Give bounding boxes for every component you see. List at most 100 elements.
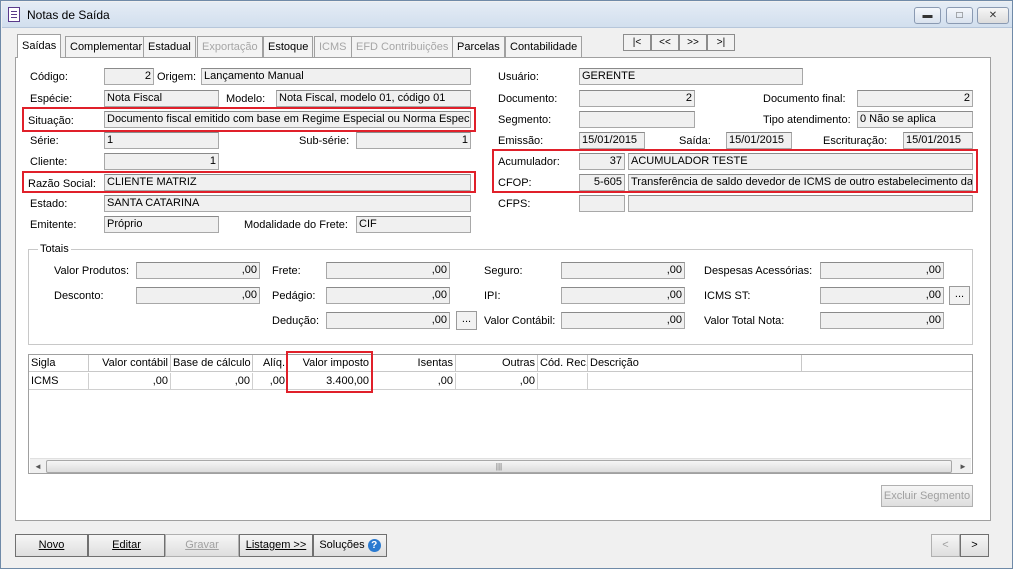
table-cell-isentas[interactable]: ,00 [372, 373, 456, 390]
desconto-field[interactable]: ,00 [136, 287, 260, 304]
subserie-field[interactable]: 1 [356, 132, 471, 149]
tab-exportacao[interactable]: Exportação [197, 36, 263, 58]
scroll-thumb[interactable]: ||| [46, 460, 952, 473]
tipo-atendimento-field[interactable]: 0 Não se aplica [857, 111, 973, 128]
impostos-grid[interactable]: Sigla Valor contábil Base de cálculo Alí… [28, 354, 973, 474]
razao-social-label: Razão Social: [28, 178, 96, 190]
usuario-label: Usuário: [498, 71, 539, 83]
last-record-button[interactable]: >| [707, 34, 735, 51]
serie-field[interactable]: 1 [104, 132, 219, 149]
table-cell-outras[interactable]: ,00 [456, 373, 538, 390]
column-header-base-calculo[interactable]: Base de cálculo [171, 355, 253, 372]
emitente-field[interactable]: Próprio [104, 216, 219, 233]
maximize-button[interactable]: □ [946, 7, 973, 24]
acumulador-name-field[interactable]: ACUMULADOR TESTE [628, 153, 973, 170]
deducao-field[interactable]: ,00 [326, 312, 450, 329]
minimize-button[interactable]: ▬ [914, 7, 941, 24]
escrituracao-field[interactable]: 15/01/2015 [903, 132, 973, 149]
cfop-description-field[interactable]: Transferência de saldo devedor de ICMS d… [628, 174, 973, 191]
editar-button[interactable]: Editar [88, 534, 165, 557]
valor-produtos-label: Valor Produtos: [54, 265, 130, 277]
excluir-segmento-button[interactable]: Excluir Segmento [881, 485, 973, 507]
origem-label: Origem: [157, 71, 197, 83]
despesas-acessorias-field[interactable]: ,00 [820, 262, 944, 279]
documento-final-field[interactable]: 2 [857, 90, 973, 107]
cliente-field[interactable]: 1 [104, 153, 219, 170]
origem-field[interactable]: Lançamento Manual [201, 68, 471, 85]
saida-field[interactable]: 15/01/2015 [726, 132, 792, 149]
especie-label: Espécie: [30, 93, 73, 105]
column-header-sigla[interactable]: Sigla [29, 355, 89, 372]
table-cell-base-calculo[interactable]: ,00 [171, 373, 253, 390]
column-header-descricao[interactable]: Descrição [588, 355, 802, 372]
table-cell-aliquota[interactable]: ,00 [253, 373, 288, 390]
column-header-cod-rec[interactable]: Cód. Rec. [538, 355, 588, 372]
razao-social-field[interactable]: CLIENTE MATRIZ [104, 174, 471, 191]
especie-field[interactable]: Nota Fiscal [104, 90, 219, 107]
modalidade-frete-label: Modalidade do Frete: [244, 219, 348, 231]
novo-button[interactable]: Novo [15, 534, 88, 557]
estado-field[interactable]: SANTA CATARINA [104, 195, 471, 212]
valor-total-nota-label: Valor Total Nota: [704, 315, 785, 327]
icms-st-field[interactable]: ,00 [820, 287, 944, 304]
valor-total-nota-field[interactable]: ,00 [820, 312, 944, 329]
cfps-code-field[interactable] [579, 195, 625, 212]
listagem-button[interactable]: Listagem >> [239, 534, 313, 557]
seguro-field[interactable]: ,00 [561, 262, 685, 279]
cfps-description-field[interactable] [628, 195, 973, 212]
cfop-code-field[interactable]: 5-605 [579, 174, 625, 191]
table-cell-cod-rec[interactable] [538, 373, 588, 390]
acumulador-code-field[interactable]: 37 [579, 153, 625, 170]
modalidade-frete-field[interactable]: CIF [356, 216, 471, 233]
prev-record-button[interactable]: << [651, 34, 679, 51]
codigo-field[interactable]: 2 [104, 68, 154, 85]
column-header-valor-contabil[interactable]: Valor contábil [89, 355, 171, 372]
segmento-field[interactable] [579, 111, 695, 128]
gravar-button[interactable]: Gravar [165, 534, 239, 557]
tab-estadual[interactable]: Estadual [143, 36, 196, 58]
column-header-aliquota[interactable]: Alíq. [253, 355, 288, 372]
first-record-button[interactable]: |< [623, 34, 651, 51]
solucoes-button[interactable]: Soluções ? [313, 534, 387, 557]
situacao-field[interactable]: Documento fiscal emitido com base em Reg… [104, 111, 471, 128]
documento-label: Documento: [498, 93, 558, 105]
tab-estoque[interactable]: Estoque [263, 36, 314, 58]
tab-icms[interactable]: ICMS [314, 36, 352, 58]
escrituracao-label: Escrituração: [823, 135, 888, 147]
emitente-label: Emitente: [30, 219, 77, 231]
table-cell-valor-contabil[interactable]: ,00 [89, 373, 171, 390]
frete-field[interactable]: ,00 [326, 262, 450, 279]
valor-contabil-field[interactable]: ,00 [561, 312, 685, 329]
table-cell-sigla[interactable]: ICMS [29, 373, 89, 390]
cfop-label: CFOP: [498, 177, 532, 189]
scroll-left-icon[interactable]: ◄ [32, 460, 44, 473]
close-button[interactable]: ✕ [977, 7, 1009, 24]
column-header-outras[interactable]: Outras [456, 355, 538, 372]
icms-st-ellipsis-button[interactable]: ... [949, 286, 970, 305]
column-header-isentas[interactable]: Isentas [372, 355, 456, 372]
horizontal-scrollbar[interactable]: ◄ ||| ► [30, 458, 971, 473]
previous-page-button[interactable]: < [931, 534, 960, 557]
tab-saidas[interactable]: Saídas [17, 34, 62, 58]
emissao-field[interactable]: 15/01/2015 [579, 132, 645, 149]
ipi-field[interactable]: ,00 [561, 287, 685, 304]
table-cell-descricao[interactable] [588, 373, 972, 390]
codigo-label: Código: [30, 71, 68, 83]
tab-complementar[interactable]: Complementar [65, 36, 148, 58]
tab-efd-contribuicoes[interactable]: EFD Contribuições [351, 36, 454, 58]
next-page-button[interactable]: > [960, 534, 989, 557]
tab-parcelas[interactable]: Parcelas [452, 36, 505, 58]
valor-contabil-label: Valor Contábil: [484, 315, 556, 327]
scroll-right-icon[interactable]: ► [957, 460, 969, 473]
documento-field[interactable]: 2 [579, 90, 695, 107]
column-header-valor-imposto[interactable]: Valor imposto [288, 355, 372, 372]
deducao-ellipsis-button[interactable]: ... [456, 311, 477, 330]
valor-produtos-field[interactable]: ,00 [136, 262, 260, 279]
table-cell-valor-imposto[interactable]: 3.400,00 [288, 373, 372, 390]
emissao-label: Emissão: [498, 135, 544, 147]
pedagio-field[interactable]: ,00 [326, 287, 450, 304]
modelo-field[interactable]: Nota Fiscal, modelo 01, código 01 [276, 90, 471, 107]
next-record-button[interactable]: >> [679, 34, 707, 51]
tab-contabilidade[interactable]: Contabilidade [505, 36, 583, 58]
usuario-field[interactable]: GERENTE [579, 68, 803, 85]
